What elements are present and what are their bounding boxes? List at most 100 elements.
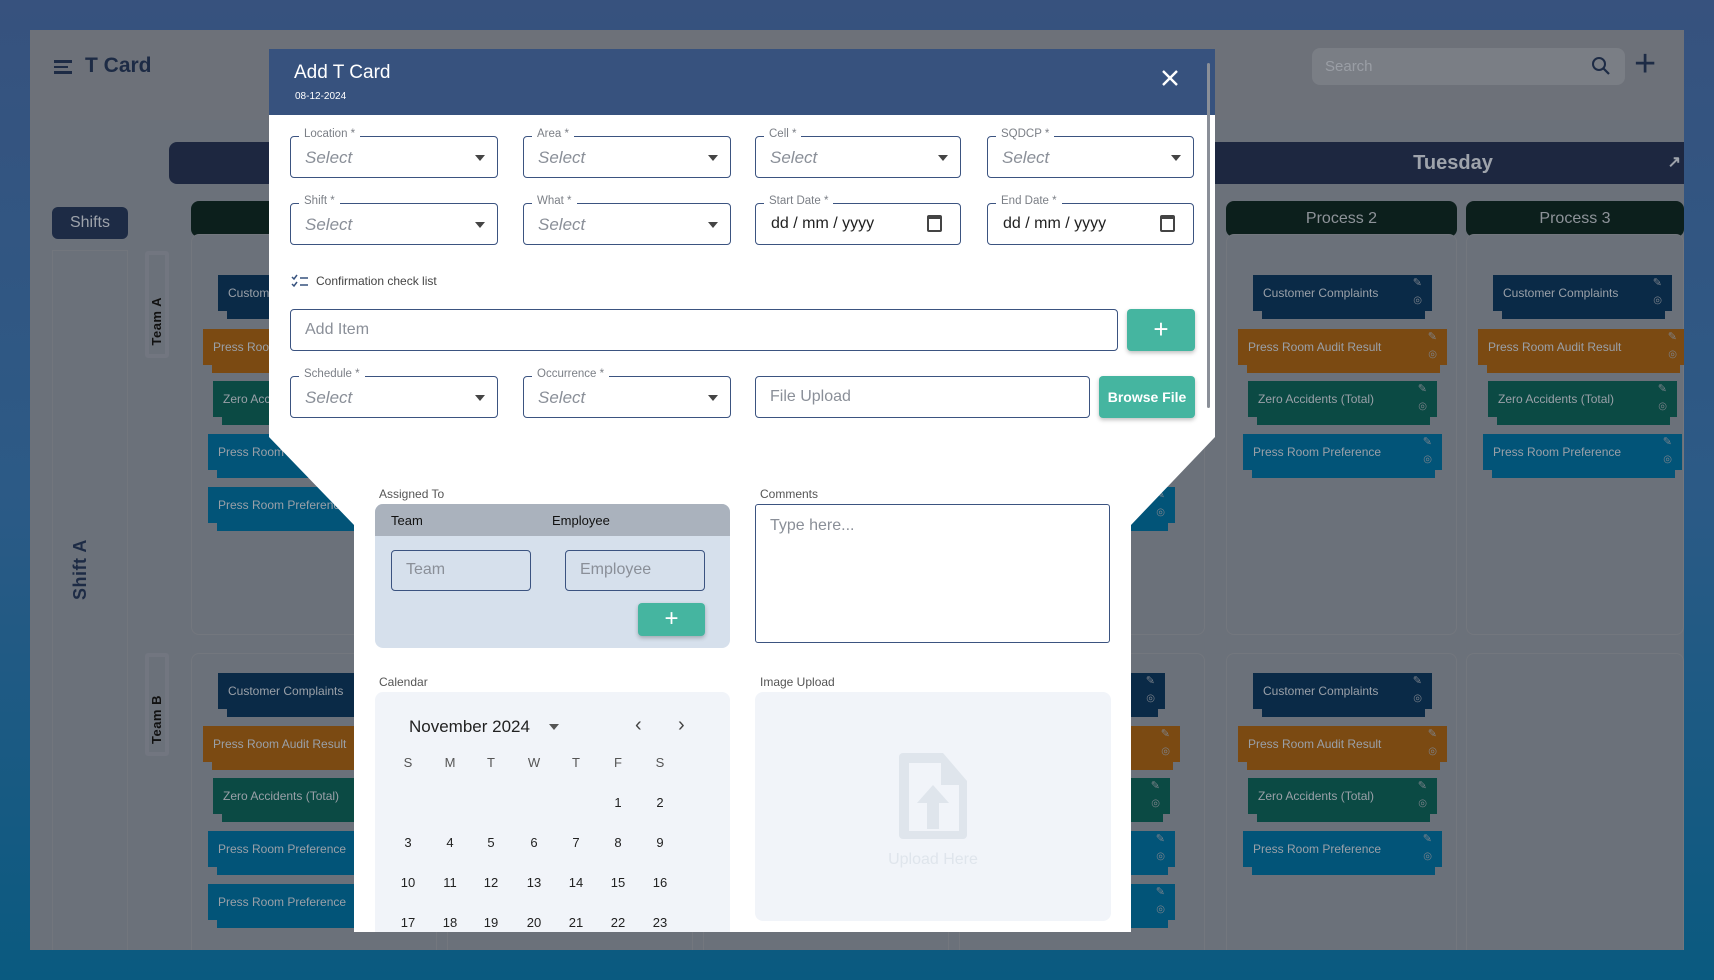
calendar-icon[interactable] bbox=[1160, 215, 1175, 232]
kpi-card[interactable]: Press Room Audit Result ✎ ◎ bbox=[1238, 726, 1447, 770]
calendar-day[interactable]: 6 bbox=[519, 835, 549, 850]
file-upload-input[interactable]: File Upload bbox=[755, 376, 1090, 418]
add-item-input[interactable]: Add Item bbox=[290, 309, 1118, 351]
view-icon[interactable]: ◎ bbox=[1146, 693, 1155, 705]
view-icon[interactable]: ◎ bbox=[1413, 693, 1422, 705]
kpi-card[interactable]: Zero Accidents (Total) ✎ ◎ bbox=[1248, 778, 1437, 822]
kpi-card[interactable]: Press Room Preference ✎ ◎ bbox=[1483, 434, 1682, 478]
view-icon[interactable]: ◎ bbox=[1663, 454, 1672, 466]
calendar-day[interactable]: 1 bbox=[603, 795, 633, 810]
calendar-day[interactable]: 20 bbox=[519, 915, 549, 930]
edit-icon[interactable]: ✎ bbox=[1428, 331, 1437, 343]
calendar-day[interactable]: 22 bbox=[603, 915, 633, 930]
edit-icon[interactable]: ✎ bbox=[1418, 383, 1427, 395]
edit-icon[interactable]: ✎ bbox=[1161, 728, 1170, 740]
expand-icon[interactable]: ↗ bbox=[1668, 142, 1681, 184]
shifts-button[interactable]: Shifts bbox=[52, 207, 128, 239]
location-select[interactable]: Location * Select bbox=[290, 128, 498, 178]
kpi-card[interactable]: Press Room Audit Result ✎ ◎ bbox=[1478, 329, 1684, 373]
employee-input[interactable]: Employee bbox=[565, 550, 705, 591]
calendar-day[interactable]: 18 bbox=[435, 915, 465, 930]
end-date-input[interactable]: End Date * dd / mm / yyyy bbox=[987, 195, 1194, 245]
calendar-day[interactable]: 8 bbox=[603, 835, 633, 850]
team-input[interactable]: Team bbox=[391, 550, 531, 591]
start-date-input[interactable]: Start Date * dd / mm / yyyy bbox=[755, 195, 961, 245]
edit-icon[interactable]: ✎ bbox=[1413, 277, 1422, 289]
view-icon[interactable]: ◎ bbox=[1156, 507, 1165, 519]
add-assignee-button[interactable]: + bbox=[638, 603, 705, 636]
view-icon[interactable]: ◎ bbox=[1151, 798, 1160, 810]
what-select[interactable]: What * Select bbox=[523, 195, 731, 245]
calendar-day[interactable]: 2 bbox=[645, 795, 675, 810]
edit-icon[interactable]: ✎ bbox=[1151, 780, 1160, 792]
shift-select[interactable]: Shift * Select bbox=[290, 195, 498, 245]
edit-icon[interactable]: ✎ bbox=[1156, 886, 1165, 898]
view-icon[interactable]: ◎ bbox=[1423, 454, 1432, 466]
edit-icon[interactable]: ✎ bbox=[1658, 383, 1667, 395]
calendar-day[interactable]: 19 bbox=[476, 915, 506, 930]
calendar-day[interactable]: 10 bbox=[393, 875, 423, 890]
add-item-button[interactable]: + bbox=[1127, 309, 1195, 351]
view-icon[interactable]: ◎ bbox=[1668, 349, 1677, 361]
close-icon[interactable] bbox=[1158, 66, 1182, 90]
search-input[interactable]: Search bbox=[1312, 48, 1625, 85]
kpi-card[interactable]: Press Room Audit Result ✎ ◎ bbox=[1238, 329, 1447, 373]
kpi-card[interactable]: Zero Accidents (Total) ✎ ◎ bbox=[1248, 381, 1437, 425]
menu-icon[interactable] bbox=[54, 60, 72, 74]
view-icon[interactable]: ◎ bbox=[1418, 401, 1427, 413]
view-icon[interactable]: ◎ bbox=[1418, 798, 1427, 810]
view-icon[interactable]: ◎ bbox=[1156, 851, 1165, 863]
edit-icon[interactable]: ✎ bbox=[1653, 277, 1662, 289]
calendar-day[interactable]: 9 bbox=[645, 835, 675, 850]
kpi-card[interactable]: Zero Accidents (Total) ✎ ◎ bbox=[1488, 381, 1677, 425]
view-icon[interactable]: ◎ bbox=[1653, 295, 1662, 307]
kpi-card[interactable]: Press Room Preference ✎ ◎ bbox=[1243, 831, 1442, 875]
view-icon[interactable]: ◎ bbox=[1156, 904, 1165, 916]
edit-icon[interactable]: ✎ bbox=[1663, 436, 1672, 448]
kpi-card[interactable]: Customer Complaints ✎ ◎ bbox=[1253, 275, 1432, 319]
calendar-day[interactable]: 5 bbox=[476, 835, 506, 850]
prev-month-icon[interactable]: ‹ bbox=[635, 714, 642, 737]
search-icon[interactable] bbox=[1591, 56, 1611, 76]
view-icon[interactable]: ◎ bbox=[1423, 851, 1432, 863]
kpi-card[interactable]: Press Room Preference ✎ ◎ bbox=[1243, 434, 1442, 478]
calendar-day[interactable]: 23 bbox=[645, 915, 675, 930]
edit-icon[interactable]: ✎ bbox=[1423, 436, 1432, 448]
view-icon[interactable]: ◎ bbox=[1428, 746, 1437, 758]
area-select[interactable]: Area * Select bbox=[523, 128, 731, 178]
sqdcp-select[interactable]: SQDCP * Select bbox=[987, 128, 1194, 178]
scrollbar[interactable] bbox=[1207, 63, 1210, 408]
browse-file-button[interactable]: Browse File bbox=[1099, 376, 1195, 418]
edit-icon[interactable]: ✎ bbox=[1423, 833, 1432, 845]
view-icon[interactable]: ◎ bbox=[1428, 349, 1437, 361]
edit-icon[interactable]: ✎ bbox=[1156, 833, 1165, 845]
view-icon[interactable]: ◎ bbox=[1161, 746, 1170, 758]
month-dropdown-icon[interactable] bbox=[549, 724, 559, 730]
occurrence-select[interactable]: Occurrence * Select bbox=[523, 368, 731, 418]
team-tab-b[interactable]: Team B bbox=[145, 653, 169, 756]
calendar-day[interactable]: 14 bbox=[561, 875, 591, 890]
next-month-icon[interactable]: › bbox=[678, 714, 685, 737]
calendar-day[interactable]: 3 bbox=[393, 835, 423, 850]
calendar-icon[interactable] bbox=[927, 215, 942, 232]
kpi-card[interactable]: Customer Complaints ✎ ◎ bbox=[1493, 275, 1672, 319]
team-tab-a[interactable]: Team A bbox=[145, 251, 169, 358]
edit-icon[interactable]: ✎ bbox=[1146, 675, 1155, 687]
edit-icon[interactable]: ✎ bbox=[1428, 728, 1437, 740]
calendar-day[interactable]: 21 bbox=[561, 915, 591, 930]
image-upload-dropzone[interactable]: Upload Here bbox=[755, 692, 1111, 921]
calendar-day[interactable]: 16 bbox=[645, 875, 675, 890]
comments-textarea[interactable]: Type here... bbox=[755, 504, 1110, 643]
calendar-day[interactable]: 12 bbox=[476, 875, 506, 890]
edit-icon[interactable]: ✎ bbox=[1418, 780, 1427, 792]
calendar-day[interactable]: 7 bbox=[561, 835, 591, 850]
calendar-day[interactable]: 15 bbox=[603, 875, 633, 890]
calendar-day[interactable]: 17 bbox=[393, 915, 423, 930]
add-icon[interactable]: + bbox=[1634, 44, 1656, 84]
calendar-day[interactable]: 4 bbox=[435, 835, 465, 850]
schedule-select[interactable]: Schedule * Select bbox=[290, 368, 498, 418]
view-icon[interactable]: ◎ bbox=[1658, 401, 1667, 413]
edit-icon[interactable]: ✎ bbox=[1413, 675, 1422, 687]
edit-icon[interactable]: ✎ bbox=[1668, 331, 1677, 343]
view-icon[interactable]: ◎ bbox=[1413, 295, 1422, 307]
